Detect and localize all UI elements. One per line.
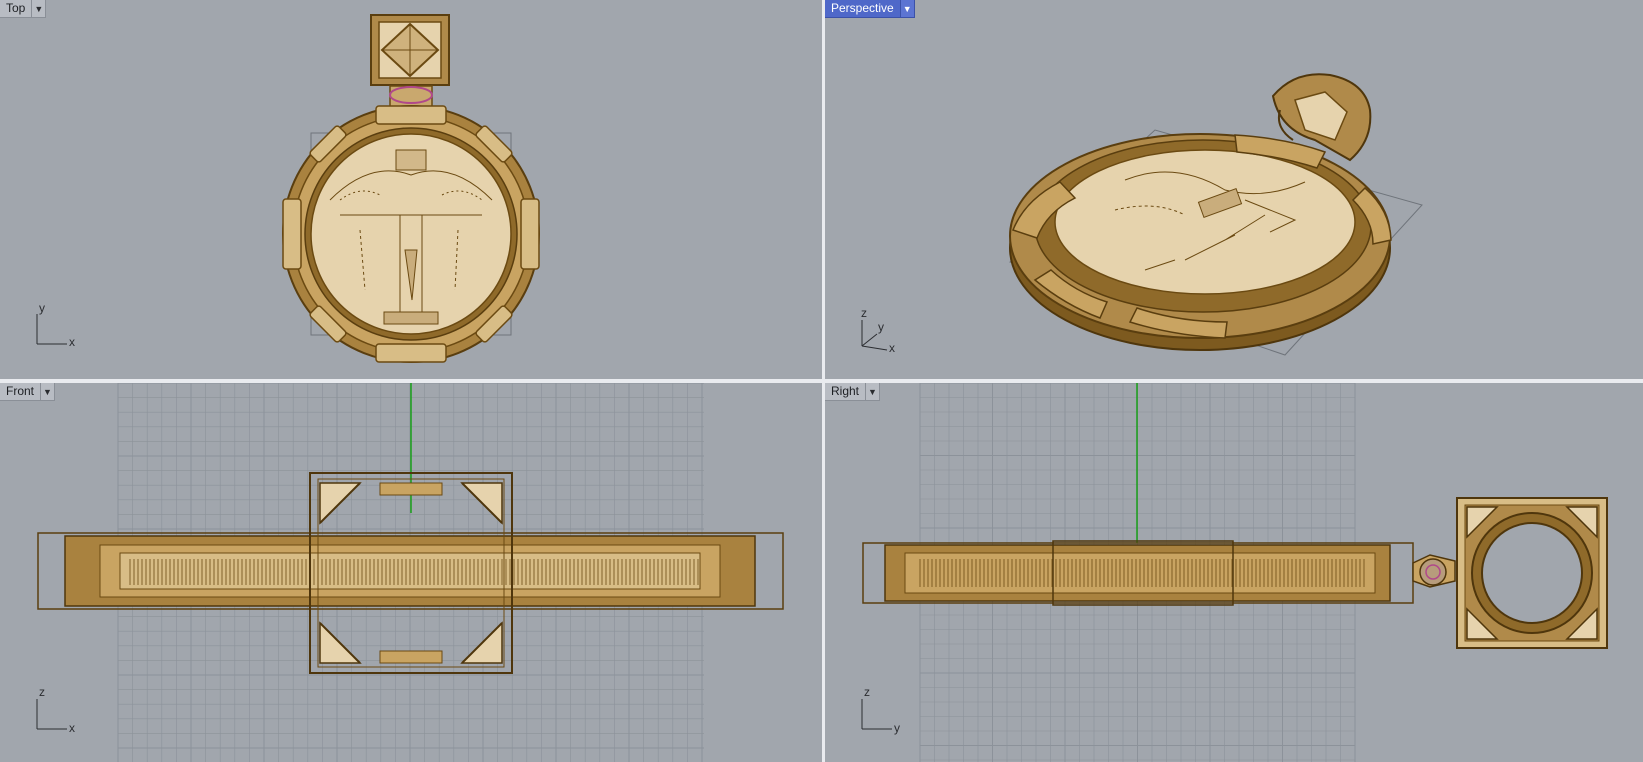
chevron-down-icon[interactable]: ▼ xyxy=(899,0,914,17)
axis-triad-icon: z x xyxy=(36,685,75,735)
axis-label-y: y xyxy=(894,721,900,735)
viewport-title-right[interactable]: Right ▼ xyxy=(825,383,881,401)
viewport-front[interactable]: z x Front ▼ xyxy=(0,383,822,762)
pendant-band-side[interactable] xyxy=(862,540,1414,606)
top-view-scene[interactable]: y x xyxy=(0,0,822,379)
axis-label-z: z xyxy=(39,685,45,699)
right-view-scene[interactable]: z y xyxy=(825,383,1643,762)
chevron-down-icon[interactable]: ▼ xyxy=(865,383,879,400)
front-view-scene[interactable]: z x xyxy=(0,383,822,762)
viewport-perspective[interactable]: z y x Perspective ▼ xyxy=(825,0,1643,379)
bail-crown[interactable] xyxy=(370,14,450,86)
axis-label-x: x xyxy=(889,341,895,355)
viewport-top[interactable]: y x Top ▼ xyxy=(0,0,822,379)
viewport-title-top[interactable]: Top ▼ xyxy=(0,0,47,18)
viewport-title-label: Perspective xyxy=(831,1,894,15)
axis-triad-icon: y x xyxy=(36,301,75,349)
axis-label-y: y xyxy=(878,320,884,334)
chevron-down-icon[interactable]: ▼ xyxy=(31,0,45,17)
bail-ring-side[interactable] xyxy=(1412,554,1456,588)
viewport-title-label: Right xyxy=(831,384,860,398)
bail-crown-side[interactable] xyxy=(1456,497,1608,649)
pendant-ring-3d[interactable] xyxy=(1009,133,1391,351)
axis-label-z: z xyxy=(861,306,867,320)
viewport-title-label: Front xyxy=(6,384,35,398)
axis-triad-icon: z y xyxy=(861,685,900,735)
viewport-right[interactable]: z y Right ▼ xyxy=(825,383,1643,762)
axis-label-x: x xyxy=(69,721,75,735)
axis-label-y: y xyxy=(39,301,45,315)
axis-label-x: x xyxy=(69,335,75,349)
viewport-title-label: Top xyxy=(6,1,26,15)
perspective-view-scene[interactable]: z y x xyxy=(825,0,1643,379)
viewport-title-front[interactable]: Front ▼ xyxy=(0,383,56,401)
axis-triad-icon: z y x xyxy=(861,306,895,355)
chevron-down-icon[interactable]: ▼ xyxy=(40,383,54,400)
axis-label-z: z xyxy=(864,685,870,699)
viewport-title-perspective[interactable]: Perspective ▼ xyxy=(825,0,915,18)
bail-ring[interactable] xyxy=(389,85,433,109)
